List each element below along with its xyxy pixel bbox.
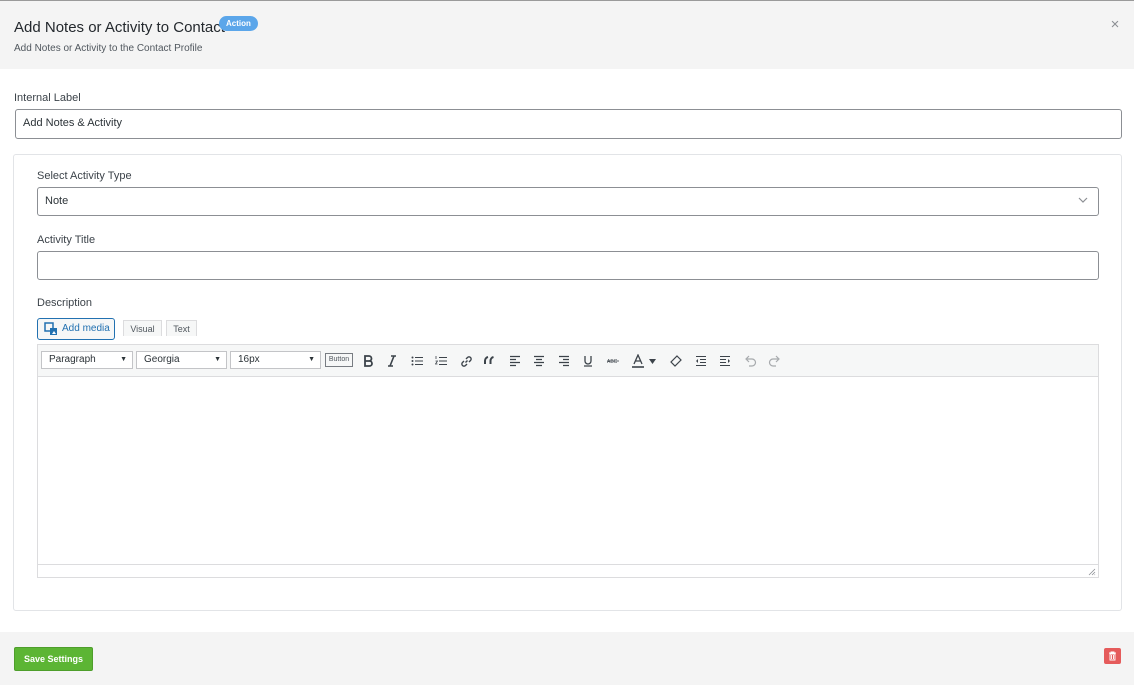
font-size-select-value: 16px bbox=[238, 354, 260, 365]
description-label: Description bbox=[37, 297, 93, 309]
modal-header: Add Notes or Activity to Contact Action … bbox=[0, 0, 1134, 69]
delete-button[interactable] bbox=[1104, 648, 1121, 664]
internal-label-label: Internal Label bbox=[14, 92, 81, 104]
align-right-icon[interactable] bbox=[556, 353, 572, 369]
blockquote-icon[interactable] bbox=[482, 353, 498, 369]
page-title: Add Notes or Activity to Contact bbox=[14, 19, 225, 36]
activity-type-select[interactable]: Note bbox=[37, 187, 1099, 216]
editor-status-bar bbox=[38, 564, 1098, 577]
media-icon bbox=[44, 322, 57, 335]
italic-icon[interactable] bbox=[384, 353, 400, 369]
paragraph-select[interactable]: Paragraph ▼ bbox=[41, 351, 133, 369]
font-size-select[interactable]: 16px ▼ bbox=[230, 351, 321, 369]
indent-icon[interactable] bbox=[717, 353, 733, 369]
chevron-down-icon bbox=[1078, 193, 1090, 207]
caret-down-icon: ▼ bbox=[120, 356, 127, 363]
page-subtitle: Add Notes or Activity to the Contact Pro… bbox=[14, 43, 203, 54]
text-color-icon[interactable] bbox=[630, 353, 646, 369]
clear-formatting-icon[interactable] bbox=[668, 353, 684, 369]
add-media-label: Add media bbox=[62, 323, 110, 334]
caret-down-icon[interactable] bbox=[648, 353, 656, 369]
bullet-list-icon[interactable] bbox=[409, 353, 425, 369]
svg-text:ABC: ABC bbox=[607, 359, 618, 365]
undo-icon[interactable] bbox=[742, 353, 758, 369]
redo-icon[interactable] bbox=[766, 353, 782, 369]
editor-toolbar: Paragraph ▼ Georgia ▼ 16px ▼ Button ABC bbox=[38, 345, 1098, 377]
save-settings-button[interactable]: Save Settings bbox=[14, 647, 93, 671]
modal-footer: Save Settings bbox=[0, 632, 1134, 685]
bold-icon[interactable] bbox=[360, 353, 376, 369]
strikethrough-icon[interactable]: ABC bbox=[605, 353, 621, 369]
font-select[interactable]: Georgia ▼ bbox=[136, 351, 227, 369]
insert-button-button[interactable]: Button bbox=[325, 353, 353, 367]
underline-icon[interactable] bbox=[580, 353, 596, 369]
link-icon[interactable] bbox=[458, 353, 474, 369]
activity-title-label: Activity Title bbox=[37, 234, 96, 246]
trash-icon bbox=[1109, 651, 1116, 661]
add-media-button[interactable]: Add media bbox=[37, 318, 115, 340]
caret-down-icon: ▼ bbox=[214, 356, 221, 363]
editor-content[interactable] bbox=[38, 378, 1098, 564]
activity-type-value: Note bbox=[45, 195, 69, 207]
numbered-list-icon[interactable] bbox=[433, 353, 449, 369]
action-badge: Action bbox=[219, 16, 258, 31]
paragraph-select-value: Paragraph bbox=[49, 354, 96, 365]
tab-text[interactable]: Text bbox=[166, 320, 197, 336]
align-left-icon[interactable] bbox=[507, 353, 523, 369]
resize-handle-icon[interactable] bbox=[1088, 568, 1096, 576]
outdent-icon[interactable] bbox=[693, 353, 709, 369]
caret-down-icon: ▼ bbox=[308, 356, 315, 363]
font-select-value: Georgia bbox=[144, 354, 180, 365]
tab-visual[interactable]: Visual bbox=[123, 320, 162, 336]
activity-type-label: Select Activity Type bbox=[37, 170, 132, 182]
activity-title-input[interactable] bbox=[37, 251, 1099, 280]
align-center-icon[interactable] bbox=[531, 353, 547, 369]
description-editor: Paragraph ▼ Georgia ▼ 16px ▼ Button ABC bbox=[37, 344, 1099, 578]
internal-label-input[interactable]: Add Notes & Activity bbox=[15, 109, 1122, 139]
close-icon[interactable]: × bbox=[1108, 17, 1122, 33]
